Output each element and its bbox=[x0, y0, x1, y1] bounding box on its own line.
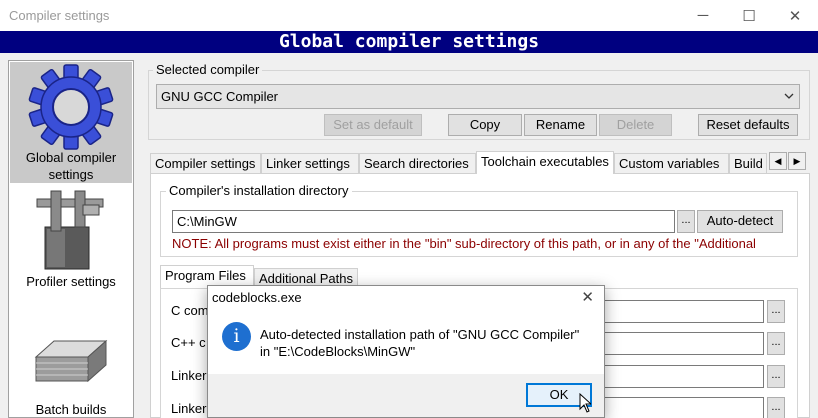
stacked-papers-icon bbox=[34, 339, 108, 383]
cpp-compiler-input[interactable] bbox=[604, 332, 764, 355]
c-compiler-input[interactable] bbox=[604, 300, 764, 323]
message-dialog: codeblocks.exe ✕ i Auto-detected install… bbox=[207, 285, 605, 418]
dialog-close-button[interactable]: ✕ bbox=[581, 288, 594, 306]
tab-linker-settings[interactable]: Linker settings bbox=[261, 153, 359, 174]
maximize-button[interactable]: ☐ bbox=[726, 0, 772, 31]
tab-search-directories[interactable]: Search directories bbox=[359, 153, 476, 174]
c-compiler-label: C com bbox=[171, 303, 209, 318]
reset-defaults-button[interactable]: Reset defaults bbox=[698, 114, 798, 136]
linker-dynamic-browse-button[interactable]: ... bbox=[767, 365, 785, 388]
close-icon: ✕ bbox=[788, 7, 802, 25]
auto-detect-button[interactable]: Auto-detect bbox=[697, 210, 783, 233]
compiler-select-value: GNU GCC Compiler bbox=[161, 89, 279, 104]
maximize-icon: ☐ bbox=[742, 7, 756, 25]
mouse-cursor-icon bbox=[579, 393, 591, 413]
install-path-note: NOTE: All programs must exist either in … bbox=[172, 236, 756, 251]
compiler-select[interactable]: GNU GCC Compiler bbox=[156, 84, 800, 109]
minimize-button[interactable]: ─ bbox=[680, 0, 726, 31]
selected-compiler-legend: Selected compiler bbox=[153, 62, 263, 77]
rename-button[interactable]: Rename bbox=[524, 114, 597, 136]
sidebar-item-label: Profiler settings bbox=[26, 274, 116, 289]
copy-button[interactable]: Copy bbox=[448, 114, 522, 136]
sidebar-item-global-compiler[interactable]: Global compiler settings bbox=[10, 62, 132, 183]
dialog-title: codeblocks.exe bbox=[212, 290, 302, 305]
sidebar-item-batch-builds[interactable]: Batch builds bbox=[10, 315, 132, 418]
chevron-down-icon bbox=[783, 85, 795, 117]
title-bar: Compiler settings ─ ☐ ✕ bbox=[0, 0, 818, 31]
dialog-message: Auto-detected installation path of "GNU … bbox=[260, 326, 579, 360]
linker-static-label: Linker bbox=[171, 401, 207, 416]
tab-toolchain-executables[interactable]: Toolchain executables bbox=[476, 151, 614, 174]
minimize-icon: ─ bbox=[697, 7, 709, 24]
dialog-message-line: Auto-detected installation path of "GNU … bbox=[260, 327, 580, 342]
sidebar-item-profiler[interactable]: Profiler settings bbox=[10, 187, 132, 297]
caliper-icon bbox=[36, 190, 104, 270]
tab-scroll-right-button[interactable]: ▶ bbox=[788, 152, 806, 170]
sidebar-item-label: Batch builds bbox=[35, 402, 107, 417]
dialog-message-line: in "E:\CodeBlocks\MinGW" bbox=[260, 344, 416, 359]
dialog-footer: OK bbox=[208, 374, 604, 417]
cpp-compiler-label: C++ c bbox=[171, 335, 206, 350]
delete-button[interactable]: Delete bbox=[599, 114, 672, 136]
window-title: Compiler settings bbox=[9, 8, 110, 23]
info-icon: i bbox=[222, 322, 251, 351]
tab-compiler-settings[interactable]: Compiler settings bbox=[150, 153, 261, 174]
linker-dynamic-input[interactable] bbox=[604, 365, 764, 388]
sidebar: Global compiler settings Profiler settin… bbox=[8, 60, 134, 418]
linker-dynamic-label: Linker bbox=[171, 368, 207, 383]
cpp-compiler-browse-button[interactable]: ... bbox=[767, 332, 785, 355]
linker-static-input[interactable] bbox=[604, 397, 764, 418]
linker-static-browse-button[interactable]: ... bbox=[767, 397, 785, 418]
caret-left-icon: ◀ bbox=[774, 156, 782, 166]
c-compiler-browse-button[interactable]: ... bbox=[767, 300, 785, 323]
caret-right-icon: ▶ bbox=[793, 156, 801, 166]
install-path-browse-button[interactable]: ... bbox=[677, 210, 695, 233]
close-button[interactable]: ✕ bbox=[772, 0, 818, 31]
tab-custom-variables[interactable]: Custom variables bbox=[614, 153, 729, 174]
set-as-default-button[interactable]: Set as default bbox=[324, 114, 422, 136]
sidebar-item-label: Global compiler settings bbox=[25, 150, 117, 182]
gear-icon bbox=[28, 64, 114, 150]
install-dir-legend: Compiler's installation directory bbox=[166, 183, 352, 198]
tab-build[interactable]: Build bbox=[729, 153, 767, 174]
settings-tabs: Compiler settings Linker settings Search… bbox=[150, 151, 810, 174]
install-path-input[interactable]: C:\MinGW bbox=[172, 210, 675, 233]
tab-scroll-left-button[interactable]: ◀ bbox=[769, 152, 787, 170]
close-icon: ✕ bbox=[581, 289, 594, 306]
settings-banner: Global compiler settings bbox=[0, 31, 818, 53]
